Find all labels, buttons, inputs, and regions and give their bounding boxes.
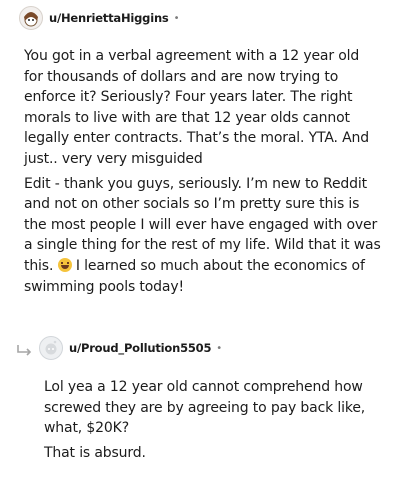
comment-paragraph: Edit - thank you guys, seriously. I’m ne… xyxy=(24,174,382,298)
username-link[interactable]: u/HenriettaHiggins xyxy=(49,11,169,25)
comment-paragraph: That is absurd. xyxy=(44,444,146,461)
comment-body: You got in a verbal agreement with a 12 … xyxy=(24,46,382,301)
username-link[interactable]: u/Proud_Pollution5505 xyxy=(69,341,211,355)
comment-text: I learned so much about the economics of… xyxy=(24,257,365,295)
separator-dot: • xyxy=(216,342,223,354)
comment-header: u/Proud_Pollution5505 • xyxy=(39,336,222,360)
comment-paragraph: Lol yea a 12 year old cannot comprehend … xyxy=(44,379,366,437)
separator-dot: • xyxy=(173,12,180,24)
comment-paragraph: You got in a verbal agreement with a 12 … xyxy=(24,48,369,167)
grinning-sweat-emoji-icon xyxy=(57,257,72,272)
default-avatar-icon[interactable] xyxy=(39,336,63,360)
comment-header: u/HenriettaHiggins • xyxy=(19,6,179,30)
user-avatar-icon[interactable] xyxy=(19,6,43,30)
reply-arrow-icon xyxy=(16,343,34,362)
comment-body: Lol yea a 12 year old cannot comprehend … xyxy=(44,377,374,467)
